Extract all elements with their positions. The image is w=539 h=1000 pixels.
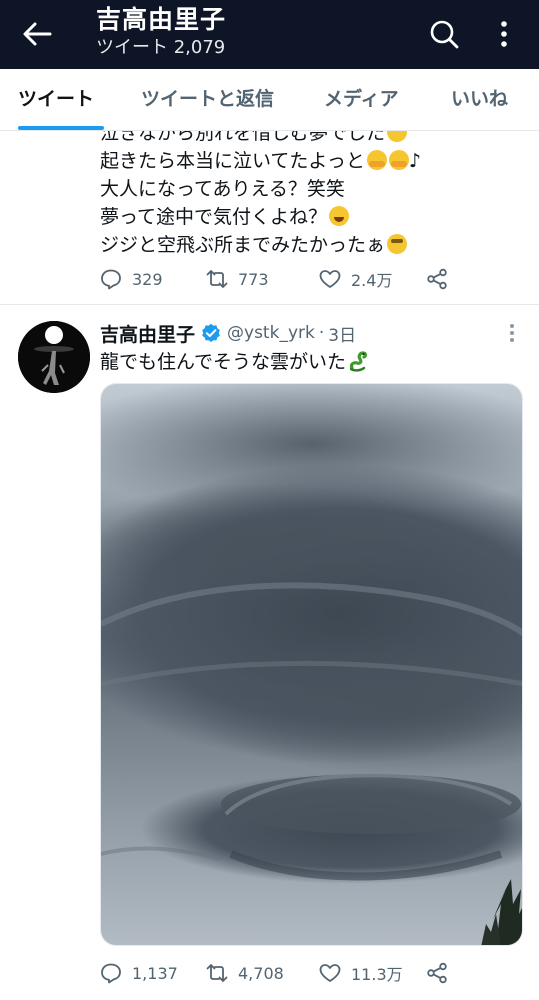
- tweet-text: 龍でも住んでそうな雲がいた: [100, 348, 368, 376]
- sweat-smile-emoji-icon: [387, 131, 408, 142]
- retweet-icon: [206, 270, 228, 288]
- share-button[interactable]: [426, 958, 458, 988]
- author-handle[interactable]: @ystk_yrk: [227, 323, 315, 343]
- tweet-line-text: 起きたら本当に泣いてたよっと: [100, 150, 365, 172]
- retweet-count: 773: [238, 269, 269, 289]
- tweet-line: 起きたら本当に泣いてたよっと ♪: [100, 147, 421, 175]
- share-button[interactable]: [426, 264, 458, 294]
- tweet-author-row: 吉高由里子 @ystk_yrk · 3日: [100, 320, 356, 346]
- tweet-actions: 1,137 4,708 11.3万: [100, 958, 520, 988]
- tab-tweets[interactable]: ツイート: [18, 69, 94, 131]
- avatar-image: [18, 321, 90, 393]
- tweet-text: 泣きながら別れを惜しむ夢でした 起きたら本当に泣いてたよっと ♪ 大人になってあり…: [100, 131, 421, 259]
- like-count: 2.4万: [351, 271, 393, 290]
- app-header: 吉高由里子 ツイート 2,079: [0, 0, 539, 69]
- rolling-eyes-emoji-icon: [387, 234, 408, 254]
- tweet-timestamp[interactable]: 3日: [328, 321, 356, 346]
- retweet-count: 4,708: [238, 963, 284, 983]
- tweet-text-body: 龍でも住んでそうな雲がいた: [100, 351, 347, 373]
- like-icon: [319, 270, 341, 288]
- storm-cloud-photo: [101, 384, 522, 945]
- reply-icon: [101, 269, 121, 290]
- reply-button[interactable]: 329: [100, 264, 163, 294]
- active-tab-indicator: [18, 126, 104, 130]
- tweet-line: 泣きながら別れを惜しむ夢でした: [100, 131, 421, 147]
- hugging-emoji-icon: [366, 150, 387, 170]
- author-name[interactable]: 吉高由里子: [100, 320, 195, 347]
- profile-header: 吉高由里子 ツイート 2,079: [96, 4, 226, 60]
- retweet-button[interactable]: 773: [206, 264, 269, 294]
- avatar[interactable]: [18, 321, 90, 393]
- more-vertical-icon[interactable]: [494, 18, 514, 50]
- kebab-icon[interactable]: [506, 322, 518, 344]
- verified-badge-icon: [202, 323, 220, 342]
- tweet-line: ジジと空飛ぶ所までみたかったぁ: [100, 231, 421, 259]
- like-count: 11.3万: [351, 965, 403, 984]
- tweet-media-image[interactable]: [100, 383, 523, 946]
- like-button[interactable]: 11.3万: [319, 958, 403, 988]
- profile-title: 吉高由里子: [96, 5, 227, 34]
- separator-dot: ·: [318, 323, 325, 343]
- tweet-line-text: 泣きながら別れを惜しむ夢でした: [100, 131, 386, 144]
- music-note: ♪: [408, 150, 422, 172]
- tab-media[interactable]: メディア: [324, 69, 399, 131]
- reply-count: 1,137: [132, 963, 178, 983]
- reply-button[interactable]: 1,137: [100, 958, 178, 988]
- retweet-button[interactable]: 4,708: [206, 958, 284, 988]
- tab-tweets-and-replies[interactable]: ツイートと返信: [141, 69, 274, 131]
- tears-of-joy-emoji-icon: [329, 206, 350, 226]
- tweet-actions: 329 773 2.4万: [100, 264, 520, 294]
- share-icon: [427, 268, 447, 290]
- retweet-icon: [206, 964, 228, 982]
- like-button[interactable]: 2.4万: [319, 264, 392, 294]
- tab-likes[interactable]: いいね: [451, 69, 508, 131]
- tweet-previous[interactable]: 泣きながら別れを惜しむ夢でした 起きたら本当に泣いてたよっと ♪ 大人になってあり…: [0, 131, 539, 305]
- tweet-line-text: ジジと空飛ぶ所までみたかったぁ: [100, 234, 386, 256]
- tweet-line: 大人になってありえる？笑笑: [100, 178, 345, 200]
- back-arrow-icon[interactable]: [20, 19, 54, 49]
- profile-tabs: ツイート ツイートと返信 メディア いいね: [0, 69, 539, 131]
- search-icon[interactable]: [428, 18, 460, 50]
- tweet-line-text: 夢って途中で気付くよね？: [100, 206, 328, 228]
- tweet-count: ツイート 2,079: [96, 37, 226, 58]
- like-icon: [319, 964, 341, 982]
- reply-count: 329: [132, 269, 163, 289]
- reply-icon: [101, 963, 121, 984]
- hugging-emoji-icon: [388, 150, 409, 170]
- tweet[interactable]: 吉高由里子 @ystk_yrk · 3日 龍でも住んでそうな雲がいた 1,137…: [0, 306, 539, 1000]
- share-icon: [427, 962, 447, 984]
- tweet-line: 夢って途中で気付くよね？: [100, 203, 421, 231]
- dragon-emoji-icon: [349, 351, 368, 372]
